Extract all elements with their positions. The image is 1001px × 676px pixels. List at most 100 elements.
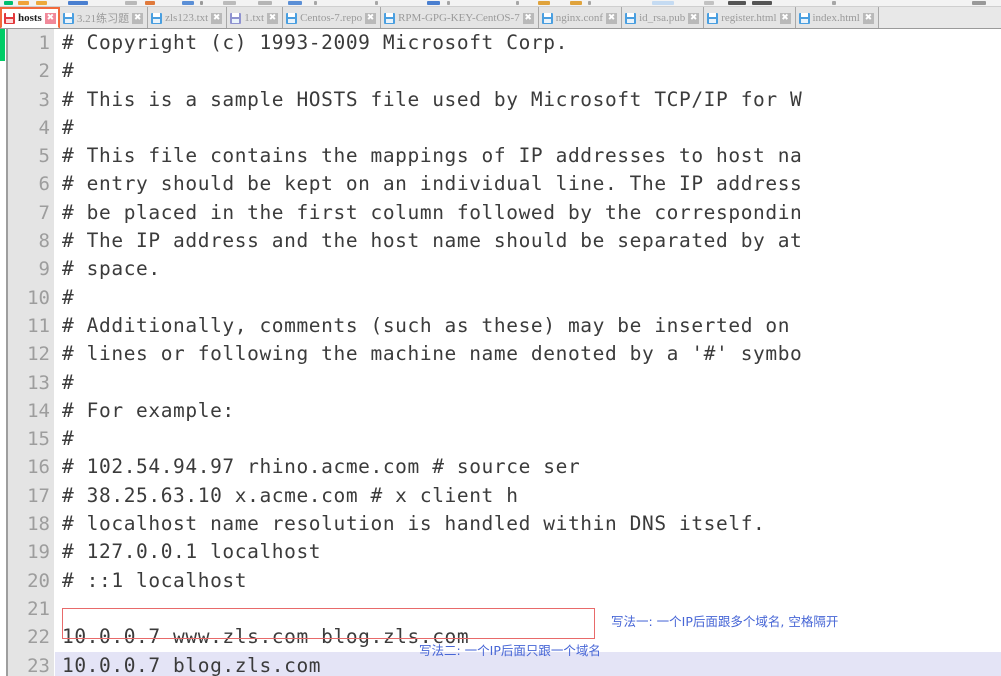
tab-zls123-txt[interactable]: zls123.txt ✖: [148, 7, 228, 28]
tab-1-txt[interactable]: 1.txt ✖: [227, 7, 284, 28]
line-text[interactable]: # This file contains the mappings of IP …: [62, 142, 802, 170]
code-line[interactable]: 19 # 127.0.0.1 localhost: [0, 538, 1001, 566]
tab-close-icon[interactable]: ✖: [522, 12, 534, 24]
line-text[interactable]: # entry should be kept on an individual …: [62, 170, 802, 198]
line-text[interactable]: # 38.25.63.10 x.acme.com # x client h: [62, 482, 519, 510]
line-text[interactable]: # localhost name resolution is handled w…: [62, 510, 765, 538]
line-text[interactable]: #: [62, 57, 74, 85]
toolbar-icon[interactable]: [538, 1, 550, 5]
line-text[interactable]: # Copyright (c) 1993-2009 Microsoft Corp…: [62, 29, 568, 57]
tab-index-html[interactable]: index.html ✖: [795, 7, 879, 28]
toolbar-icon[interactable]: [182, 1, 194, 5]
line-number: 18: [27, 513, 50, 536]
toolbar-icon[interactable]: [288, 1, 302, 5]
line-number: 3: [38, 88, 50, 111]
line-text[interactable]: #: [62, 284, 74, 312]
code-line[interactable]: 16 # 102.54.94.97 rhino.acme.com # source…: [0, 453, 1001, 481]
code-line[interactable]: 10 #: [0, 284, 1001, 312]
line-text[interactable]: # This is a sample HOSTS file used by Mi…: [62, 86, 802, 114]
line-text[interactable]: #: [62, 369, 74, 397]
tab-close-icon[interactable]: ✖: [365, 12, 377, 24]
toolbar-icon[interactable]: [832, 1, 836, 5]
toolbar-icon[interactable]: [223, 1, 236, 5]
gutter-divider: [6, 29, 8, 676]
code-lines[interactable]: 1 # Copyright (c) 1993-2009 Microsoft Cor…: [0, 29, 1001, 676]
code-line[interactable]: 21: [0, 595, 1001, 623]
line-text[interactable]: # The IP address and the host name shoul…: [62, 227, 802, 255]
line-text[interactable]: # 102.54.94.97 rhino.acme.com # source s…: [62, 453, 580, 481]
code-line[interactable]: 18 # localhost name resolution is handled…: [0, 510, 1001, 538]
tab-close-icon[interactable]: ✖: [132, 12, 144, 24]
line-text[interactable]: # be placed in the first column followed…: [62, 199, 802, 227]
code-line[interactable]: 1 # Copyright (c) 1993-2009 Microsoft Cor…: [0, 29, 1001, 57]
line-number: 14: [27, 399, 50, 422]
toolbar-icon[interactable]: [752, 1, 772, 5]
line-text[interactable]: 10.0.0.7 www.zls.com blog.zls.com: [62, 623, 469, 651]
tab-close-icon[interactable]: ✖: [44, 12, 56, 24]
line-text[interactable]: 10.0.0.7 blog.zls.com: [62, 652, 321, 676]
line-text[interactable]: # For example:: [62, 397, 235, 425]
toolbar-icon[interactable]: [200, 1, 203, 5]
code-line[interactable]: 4 #: [0, 114, 1001, 142]
toolbar-icon[interactable]: [145, 1, 155, 5]
code-line[interactable]: 13 #: [0, 369, 1001, 397]
tab-label: 3.21练习题: [76, 13, 130, 25]
code-line[interactable]: 7 # be placed in the first column followe…: [0, 199, 1001, 227]
code-line[interactable]: 20 # ::1 localhost: [0, 567, 1001, 595]
toolbar-icon[interactable]: [704, 1, 714, 5]
code-line[interactable]: 2 #: [0, 57, 1001, 85]
tab-register-html[interactable]: register.html ✖: [704, 7, 796, 28]
toolbar-icon[interactable]: [588, 1, 591, 5]
toolbar-icon[interactable]: [427, 1, 440, 5]
code-line[interactable]: 17 # 38.25.63.10 x.acme.com # x client h: [0, 482, 1001, 510]
line-text[interactable]: # Additionally, comments (such as these)…: [62, 312, 790, 340]
toolbar-icon[interactable]: [972, 1, 986, 5]
code-line[interactable]: 15 #: [0, 425, 1001, 453]
line-text[interactable]: #: [62, 114, 74, 142]
tab-close-icon[interactable]: ✖: [267, 12, 279, 24]
toolbar-icon[interactable]: [314, 1, 317, 5]
code-line[interactable]: 5 # This file contains the mappings of IP…: [0, 142, 1001, 170]
tab-close-icon[interactable]: ✖: [211, 12, 223, 24]
toolbar-icon[interactable]: [4, 1, 13, 5]
line-text[interactable]: #: [62, 425, 74, 453]
line-text[interactable]: # 127.0.0.1 localhost: [62, 538, 321, 566]
toolbar-icon[interactable]: [447, 1, 450, 5]
document-tab-bar[interactable]: hosts ✖ 3.21练习题 ✖ zls123.txt ✖ 1.txt ✖ Centos-7.…: [0, 7, 1001, 29]
tab-close-icon[interactable]: ✖: [862, 12, 874, 24]
code-line[interactable]: 11 # Additionally, comments (such as thes…: [0, 312, 1001, 340]
line-number: 1: [38, 32, 50, 54]
annotation-note-one: 写法一: 一个IP后面跟多个域名, 空格隔开: [611, 614, 839, 629]
tab-rpm-gpg-key-centos-7[interactable]: RPM-GPG-KEY-CentOS-7 ✖: [381, 7, 539, 28]
tab-hosts[interactable]: hosts ✖: [0, 7, 60, 28]
tab-id-rsa-pub[interactable]: id_rsa.pub ✖: [622, 7, 705, 28]
toolbar-icon[interactable]: [18, 1, 29, 5]
toolbar-strip[interactable]: [0, 0, 1001, 7]
code-line[interactable]: 14 # For example:: [0, 397, 1001, 425]
toolbar-icon[interactable]: [258, 1, 272, 5]
tab-close-icon[interactable]: ✖: [688, 12, 700, 24]
line-text[interactable]: # ::1 localhost: [62, 567, 247, 595]
tab-3-21[interactable]: 3.21练习题 ✖: [59, 7, 149, 28]
text-editor-area[interactable]: 1 # Copyright (c) 1993-2009 Microsoft Cor…: [0, 29, 1001, 676]
code-line[interactable]: 12 # lines or following the machine name …: [0, 340, 1001, 368]
tab-close-icon[interactable]: ✖: [606, 12, 618, 24]
tab-centos-7-repo[interactable]: Centos-7.repo ✖: [283, 7, 382, 28]
code-line[interactable]: 9 # space.: [0, 255, 1001, 283]
toolbar-icon[interactable]: [36, 1, 47, 5]
code-line[interactable]: 8 # The IP address and the host name shou…: [0, 227, 1001, 255]
toolbar-icon[interactable]: [516, 1, 519, 5]
toolbar-icon[interactable]: [375, 1, 378, 5]
code-line[interactable]: 3 # This is a sample HOSTS file used by M…: [0, 86, 1001, 114]
code-line[interactable]: 6 # entry should be kept on an individual…: [0, 170, 1001, 198]
toolbar-icon[interactable]: [125, 1, 137, 5]
tab-nginx-conf[interactable]: nginx.conf ✖: [538, 7, 623, 28]
toolbar-icon[interactable]: [652, 1, 674, 5]
tab-label: index.html: [812, 12, 860, 24]
tab-close-icon[interactable]: ✖: [779, 12, 791, 24]
line-text[interactable]: # space.: [62, 255, 161, 283]
toolbar-icon[interactable]: [570, 1, 582, 5]
toolbar-icon[interactable]: [68, 1, 88, 5]
toolbar-icon[interactable]: [728, 1, 746, 5]
line-text[interactable]: # lines or following the machine name de…: [62, 340, 802, 368]
